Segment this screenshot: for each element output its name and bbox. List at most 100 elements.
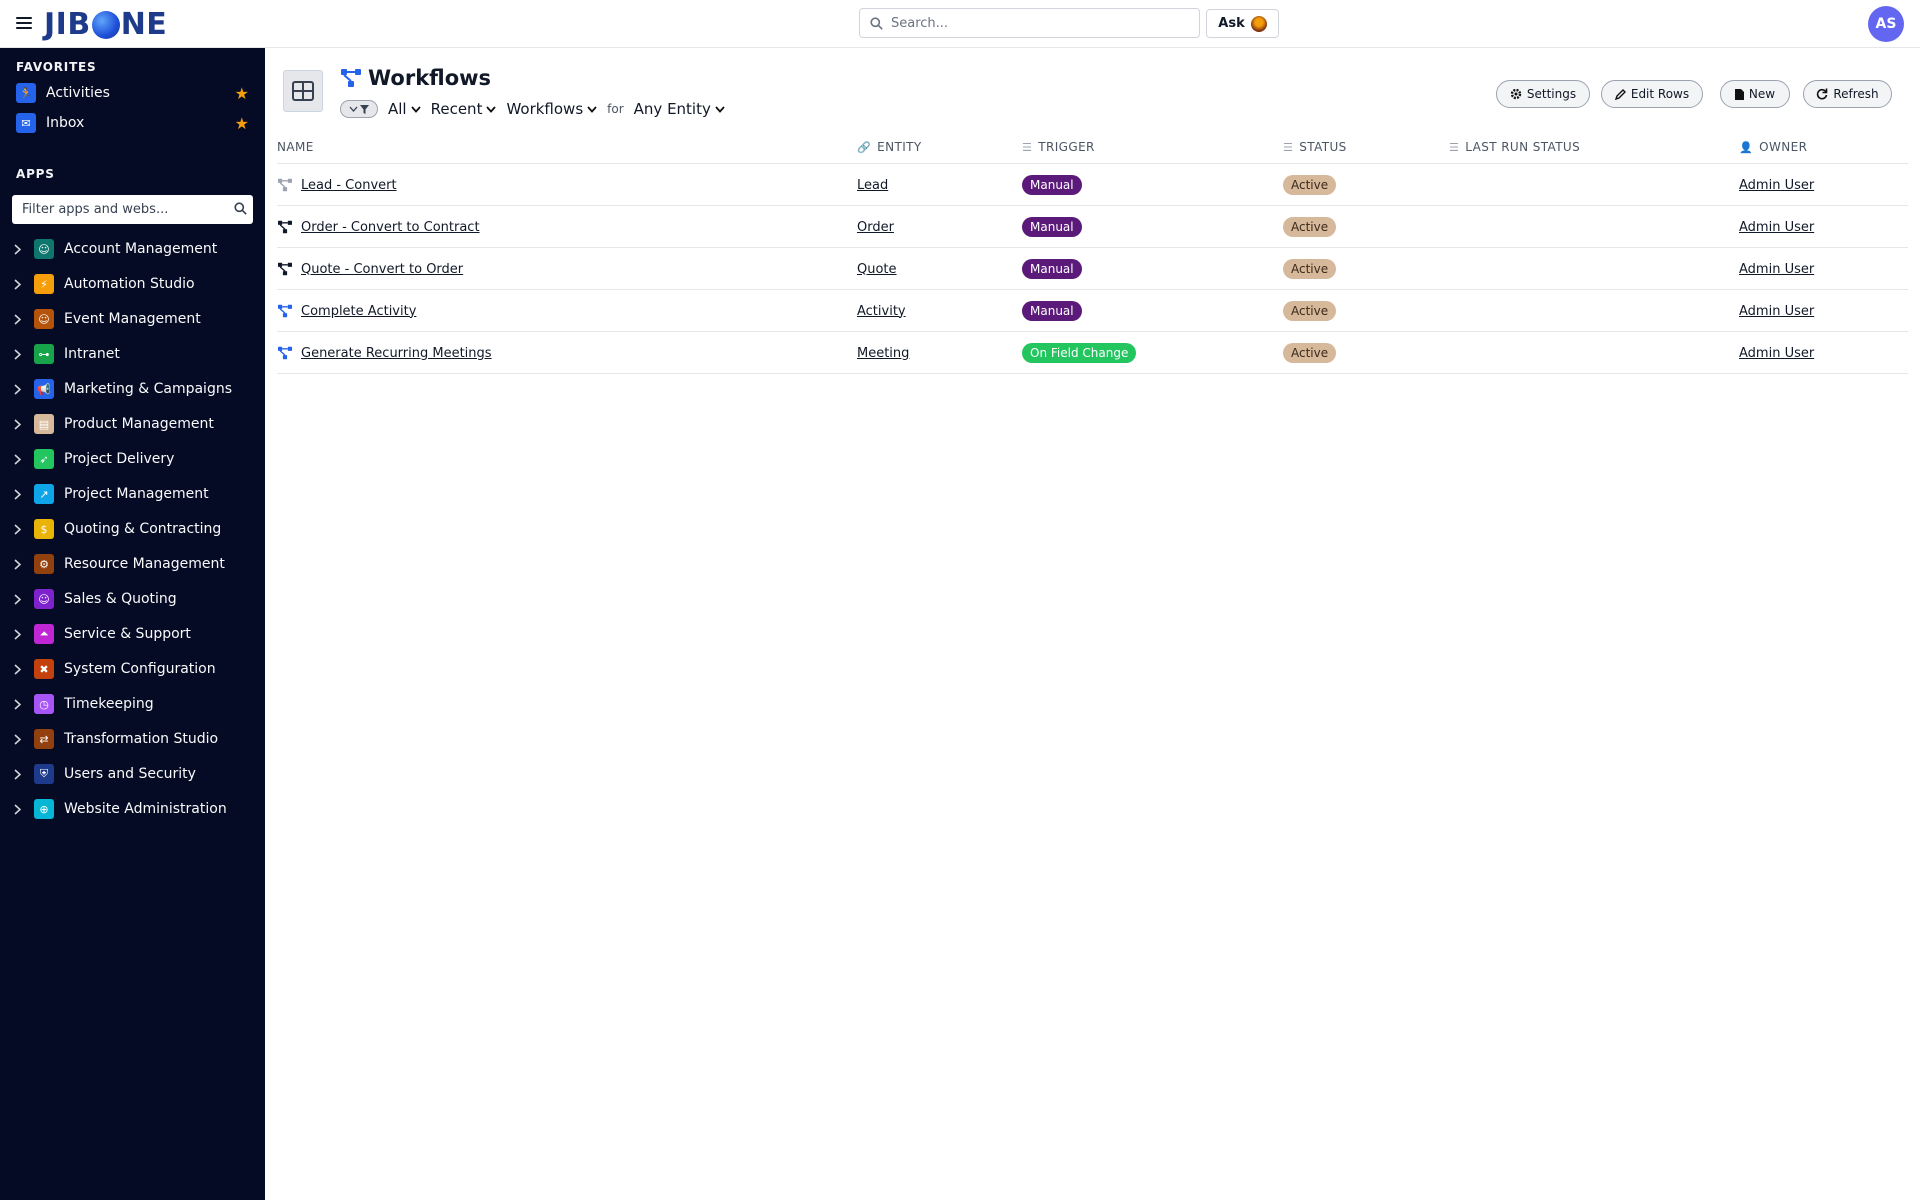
app-filter-input[interactable] xyxy=(22,202,222,217)
table-row[interactable]: Order - Convert to Contract Order Manual… xyxy=(277,206,1908,248)
jibeone-logo[interactable]: JIB NE xyxy=(44,6,167,42)
status-badge: Active xyxy=(1283,301,1337,321)
chevron-right-icon[interactable] xyxy=(0,488,34,500)
type-dropdown[interactable]: Workflows xyxy=(506,100,597,118)
table-row[interactable]: Lead - Convert Lead Manual Active Admin … xyxy=(277,164,1908,206)
chevron-right-icon[interactable] xyxy=(0,348,34,360)
chevron-right-icon[interactable] xyxy=(0,278,34,290)
chevron-right-icon[interactable] xyxy=(0,663,34,675)
sidebar-app-label: Quoting & Contracting xyxy=(64,521,222,537)
favorite-item[interactable]: 🏃 Activities ★ xyxy=(16,78,249,108)
recent-dropdown[interactable]: Recent xyxy=(431,100,497,118)
entity-link[interactable]: Order xyxy=(857,220,894,235)
sidebar-app-item[interactable]: ⛨ Users and Security xyxy=(0,759,265,789)
table-row[interactable]: Quote - Convert to Order Quote Manual Ac… xyxy=(277,248,1908,290)
search-input[interactable] xyxy=(891,15,1181,31)
entity-link[interactable]: Meeting xyxy=(857,346,909,361)
entity-dropdown[interactable]: Any Entity xyxy=(634,100,725,118)
owner-link[interactable]: Admin User xyxy=(1739,262,1814,277)
ask-button[interactable]: Ask xyxy=(1206,9,1279,38)
entity-link[interactable]: Activity xyxy=(857,304,906,319)
chevron-right-icon[interactable] xyxy=(0,313,34,325)
sidebar-app-item[interactable]: ⚡ Automation Studio xyxy=(0,269,265,299)
owner-link[interactable]: Admin User xyxy=(1739,346,1814,361)
workflow-name-link[interactable]: Lead - Convert xyxy=(301,178,397,193)
chevron-right-icon[interactable] xyxy=(0,628,34,640)
trigger-badge: On Field Change xyxy=(1022,343,1137,363)
user-gear-icon: ⚙ xyxy=(34,554,54,574)
column-header-name[interactable]: NAME xyxy=(277,130,314,164)
chevron-right-icon[interactable] xyxy=(0,558,34,570)
column-header-last-run-status[interactable]: ☰ LAST RUN STATUS xyxy=(1449,130,1580,164)
chevron-right-icon[interactable] xyxy=(0,593,34,605)
refresh-button[interactable]: Refresh xyxy=(1803,80,1892,108)
sidebar-app-label: Marketing & Campaigns xyxy=(64,381,232,397)
workflow-name-link[interactable]: Quote - Convert to Order xyxy=(301,262,463,277)
sidebar-app-item[interactable]: $ Quoting & Contracting xyxy=(0,514,265,544)
entity-link[interactable]: Quote xyxy=(857,262,897,277)
star-icon[interactable]: ★ xyxy=(235,84,249,103)
filter-toggle[interactable] xyxy=(340,100,378,118)
chevron-right-icon[interactable] xyxy=(0,768,34,780)
global-search[interactable] xyxy=(859,8,1200,38)
user-avatar[interactable]: AS xyxy=(1868,6,1904,42)
app-filter[interactable] xyxy=(12,195,253,224)
chevron-down-icon xyxy=(587,105,597,113)
envelope-icon: ✉ xyxy=(16,113,36,133)
sidebar-app-item[interactable]: ⇄ Transformation Studio xyxy=(0,724,265,754)
sitemap-icon: ⊶ xyxy=(34,344,54,364)
column-header-owner[interactable]: 👤 OWNER xyxy=(1739,130,1807,164)
edit-rows-button[interactable]: Edit Rows xyxy=(1601,80,1703,108)
sidebar-app-item[interactable]: ☺ Account Management xyxy=(0,234,265,264)
hamburger-menu-icon[interactable] xyxy=(16,14,32,34)
scope-dropdown[interactable]: All xyxy=(388,100,421,118)
star-icon[interactable]: ★ xyxy=(235,114,249,133)
workflow-icon xyxy=(277,346,293,360)
sidebar-app-item[interactable]: ⏶ Service & Support xyxy=(0,619,265,649)
sidebar-app-item[interactable]: ☺ Event Management xyxy=(0,304,265,334)
sidebar-app-item[interactable]: ➶ Project Delivery xyxy=(0,444,265,474)
chevron-right-icon[interactable] xyxy=(0,453,34,465)
refresh-label: Refresh xyxy=(1833,87,1879,101)
chevron-down-icon xyxy=(349,106,358,112)
sidebar-app-item[interactable]: 📢 Marketing & Campaigns xyxy=(0,374,265,404)
table-row[interactable]: Complete Activity Activity Manual Active… xyxy=(277,290,1908,332)
shield-icon: ⛨ xyxy=(34,764,54,784)
sidebar-app-item[interactable]: ⊶ Intranet xyxy=(0,339,265,369)
workflow-name-link[interactable]: Order - Convert to Contract xyxy=(301,220,480,235)
chevron-right-icon[interactable] xyxy=(0,383,34,395)
entity-link[interactable]: Lead xyxy=(857,178,888,193)
owner-link[interactable]: Admin User xyxy=(1739,304,1814,319)
settings-button[interactable]: Settings xyxy=(1496,80,1590,108)
favorite-item[interactable]: ✉ Inbox ★ xyxy=(16,108,249,138)
status-badge: Active xyxy=(1283,175,1337,195)
sidebar-app-label: Project Delivery xyxy=(64,451,175,467)
sidebar-app-item[interactable]: ☺ Sales & Quoting xyxy=(0,584,265,614)
owner-link[interactable]: Admin User xyxy=(1739,220,1814,235)
sidebar-app-item[interactable]: ↗ Project Management xyxy=(0,479,265,509)
sidebar-app-label: Project Management xyxy=(64,486,209,502)
column-header-trigger[interactable]: ☰ TRIGGER xyxy=(1022,130,1095,164)
chevron-right-icon[interactable] xyxy=(0,698,34,710)
workflow-name-link[interactable]: Generate Recurring Meetings xyxy=(301,346,492,361)
sidebar-app-item[interactable]: ✖ System Configuration xyxy=(0,654,265,684)
chevron-right-icon[interactable] xyxy=(0,803,34,815)
chevron-right-icon[interactable] xyxy=(0,243,34,255)
sidebar-app-item[interactable]: ⊕ Website Administration xyxy=(0,794,265,824)
workflow-name-link[interactable]: Complete Activity xyxy=(301,304,416,319)
filter-bar: All Recent Workflows for Any Entity xyxy=(340,100,725,118)
link-icon: 🔗 xyxy=(857,140,872,154)
new-button[interactable]: New xyxy=(1720,80,1790,108)
column-header-status[interactable]: ☰ STATUS xyxy=(1283,130,1347,164)
chevron-right-icon[interactable] xyxy=(0,523,34,535)
sidebar: FAVORITES 🏃 Activities ★✉ Inbox ★ APPS ☺… xyxy=(0,48,265,1200)
sidebar-app-item[interactable]: ◷ Timekeeping xyxy=(0,689,265,719)
table-row[interactable]: Generate Recurring Meetings Meeting On F… xyxy=(277,332,1908,374)
column-header-entity[interactable]: 🔗 ENTITY xyxy=(857,130,922,164)
sidebar-app-item[interactable]: ▤ Product Management xyxy=(0,409,265,439)
owner-link[interactable]: Admin User xyxy=(1739,178,1814,193)
sidebar-app-item[interactable]: ⚙ Resource Management xyxy=(0,549,265,579)
grid-view-icon[interactable] xyxy=(283,70,323,112)
chevron-right-icon[interactable] xyxy=(0,418,34,430)
chevron-right-icon[interactable] xyxy=(0,733,34,745)
